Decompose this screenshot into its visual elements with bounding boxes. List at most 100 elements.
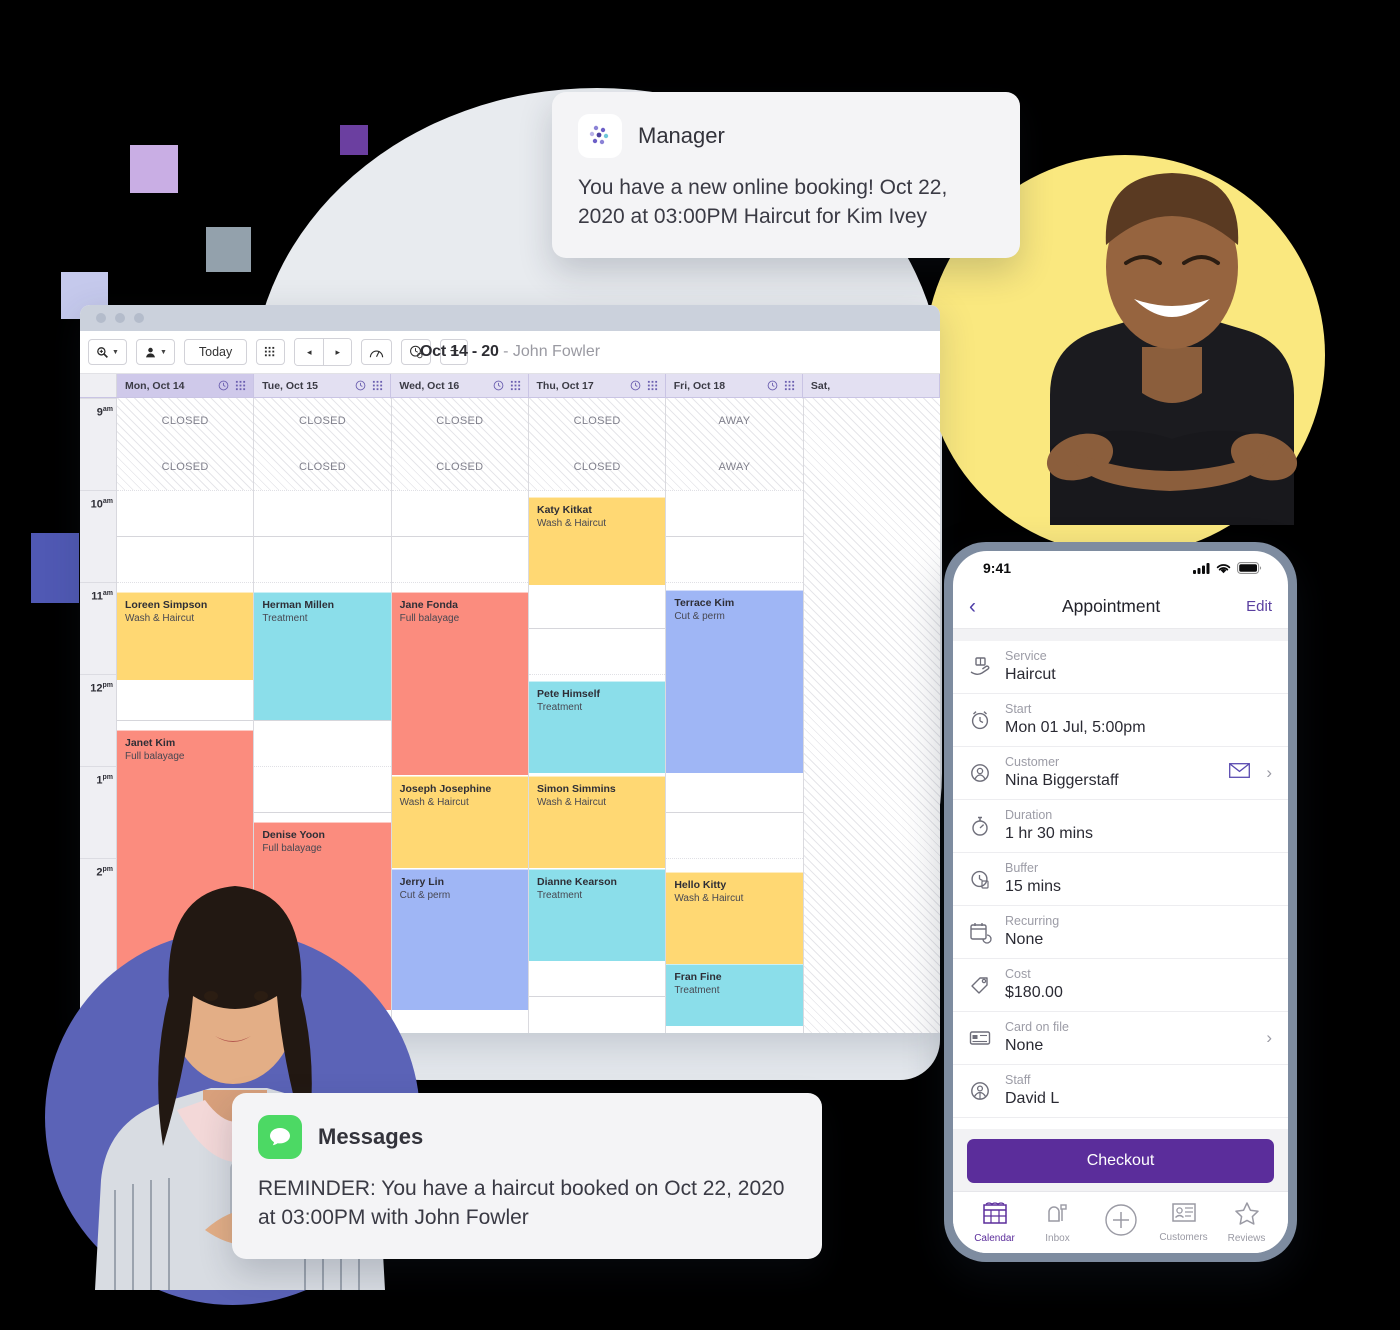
grid-row-line: [254, 490, 391, 491]
day-header-4[interactable]: Fri, Oct 18: [666, 374, 803, 397]
time-separator: [80, 674, 116, 675]
appointment-service: Wash & Haircut: [536, 797, 607, 809]
field-cost: Cost $180.00: [953, 959, 1288, 1012]
day-grid-icon: [784, 380, 794, 391]
day-header-5[interactable]: Sat,: [803, 374, 940, 397]
day-header-label: Wed, Oct 16: [399, 379, 460, 392]
add-appointment-button[interactable]: +: [440, 339, 469, 365]
status-time: 9:41: [983, 560, 1012, 576]
phone-tab-bar: Calendar Inbox Customers Reviews: [953, 1191, 1288, 1253]
field-card-on-file[interactable]: Card on file None ›: [953, 1012, 1288, 1065]
calendar-toolbar: ▼ ▼ Today ◂ ▸ + Oct 14 - 20 - John Fowle…: [80, 331, 940, 374]
window-maximize-dot[interactable]: [134, 313, 144, 323]
tab-add[interactable]: [1089, 1203, 1152, 1242]
gauge-button[interactable]: [361, 339, 393, 365]
appointment-service: Treatment: [536, 702, 583, 714]
field-value: None: [1005, 931, 1044, 949]
day-clock-icon: [767, 380, 778, 391]
decor-square-4: [31, 533, 79, 603]
edit-button[interactable]: Edit: [1246, 598, 1272, 615]
grid-row-line: [528, 996, 666, 997]
field-customer[interactable]: Customer Nina Biggerstaff ›: [953, 747, 1288, 800]
appointment-block[interactable]: Fran Fine Treatment: [666, 964, 803, 1026]
staff-filter-button[interactable]: ▼: [135, 339, 175, 365]
day-header-icons[interactable]: [218, 380, 246, 391]
day-header-label: Thu, Oct 17: [536, 379, 594, 392]
appointment-block[interactable]: Jane Fonda Full balayage: [391, 592, 528, 775]
day-column-3[interactable]: CLOSED CLOSED Katy Kitkat Wash & Haircut Pet…: [528, 398, 667, 1033]
staff-person-icon: [145, 347, 155, 357]
star-icon: [1234, 1201, 1260, 1230]
back-button[interactable]: ‹: [969, 596, 976, 617]
appointment-service: Wash & Haircut: [536, 518, 607, 530]
email-icon[interactable]: [1229, 763, 1251, 783]
tab-customers[interactable]: Customers: [1152, 1202, 1215, 1243]
field-label: Buffer: [1005, 861, 1039, 876]
time-label-12: 12pm: [90, 682, 113, 695]
tab-calendar[interactable]: Calendar: [963, 1201, 1026, 1244]
day-header-icons[interactable]: [767, 380, 795, 391]
grid-view-button[interactable]: [256, 339, 286, 365]
day-grid-icon: [647, 380, 657, 391]
grid-row-line: [666, 536, 803, 537]
appointment-block[interactable]: Simon Simmins Wash & Haircut: [528, 776, 666, 868]
tab-reviews[interactable]: Reviews: [1215, 1201, 1278, 1244]
field-duration: Duration 1 hr 30 mins: [953, 800, 1288, 853]
day-header-2[interactable]: Wed, Oct 16: [391, 374, 529, 397]
grid-row-line: [254, 582, 391, 583]
grid-row-line: [528, 674, 666, 675]
time-label-10: 10am: [90, 498, 113, 511]
calendar-icon: [982, 1201, 1008, 1230]
day-header-0[interactable]: Mon, Oct 14: [117, 374, 255, 397]
appointment-block[interactable]: Terrace Kim Cut & perm: [666, 590, 803, 773]
day-header-icons[interactable]: [630, 380, 658, 391]
field-start: Start Mon 01 Jul, 5:00pm: [953, 694, 1288, 747]
zoom-caret-icon: ▼: [112, 348, 119, 356]
tab-inbox[interactable]: Inbox: [1026, 1201, 1089, 1244]
closed-hatch: CLOSED CLOSED: [254, 398, 391, 490]
field-text: Recurring None: [1005, 913, 1272, 951]
day-clock-icon: [218, 380, 229, 391]
appointment-service: Treatment: [262, 613, 308, 625]
closed-label: CLOSED: [436, 461, 484, 473]
zoom-button[interactable]: ▼: [88, 339, 127, 365]
appointment-block[interactable]: Hello Kitty Wash & Haircut: [666, 872, 803, 964]
time-gutter-header: [80, 374, 117, 397]
appointment-block[interactable]: Loreen Simpson Wash & Haircut: [117, 592, 254, 680]
notification-body: You have a new online booking! Oct 22, 2…: [578, 176, 948, 228]
appointment-customer-name: Terrace Kim: [674, 597, 735, 609]
plus-icon: [1104, 1203, 1138, 1242]
prev-button[interactable]: ◂: [295, 339, 324, 365]
appointment-block[interactable]: Pete Himself Treatment: [528, 681, 666, 773]
appointment-block[interactable]: Dianne Kearson Treatment: [528, 869, 666, 961]
next-button[interactable]: ▸: [323, 339, 352, 365]
grid-row-line: [391, 490, 528, 491]
day-header-icons[interactable]: [493, 380, 521, 391]
day-grid-icon: [510, 380, 520, 391]
mobile-phone-mockup: 9:41 ‹ Appointment Edit Service Haircut …: [944, 542, 1297, 1262]
day-column-4[interactable]: AWAY AWAY Terrace Kim Cut & perm Hello Kitty…: [666, 398, 804, 1033]
day-header-label: Mon, Oct 14: [125, 379, 185, 392]
notification-card-messages[interactable]: Messages REMINDER: You have a haircut bo…: [232, 1093, 822, 1259]
checkout-button[interactable]: Checkout: [967, 1139, 1274, 1183]
window-minimize-dot[interactable]: [115, 313, 125, 323]
chevron-right-icon: ›: [1266, 763, 1272, 782]
day-header-1[interactable]: Tue, Oct 15: [254, 374, 392, 397]
appointment-block[interactable]: Katy Kitkat Wash & Haircut: [528, 497, 666, 585]
window-close-dot[interactable]: [96, 313, 106, 323]
day-header-icons[interactable]: [355, 380, 383, 391]
appointment-block[interactable]: Herman Millen Treatment: [254, 592, 391, 720]
notification-card-manager[interactable]: Manager You have a new online booking! O…: [552, 92, 1020, 258]
tab-label: Reviews: [1227, 1233, 1266, 1244]
tab-label: Calendar: [974, 1233, 1015, 1244]
day-header-3[interactable]: Thu, Oct 17: [529, 374, 666, 397]
notification-header: Manager: [578, 114, 994, 158]
clock-settings-button[interactable]: [401, 339, 432, 365]
closed-label: CLOSED: [573, 461, 621, 473]
day-column-5[interactable]: [803, 398, 940, 1033]
today-button[interactable]: Today: [183, 339, 248, 365]
wifi-icon: [1216, 563, 1231, 573]
grid-row-line: [254, 720, 391, 721]
day-header-label: Fri, Oct 18: [673, 379, 726, 392]
grid-row-line: [117, 490, 254, 491]
